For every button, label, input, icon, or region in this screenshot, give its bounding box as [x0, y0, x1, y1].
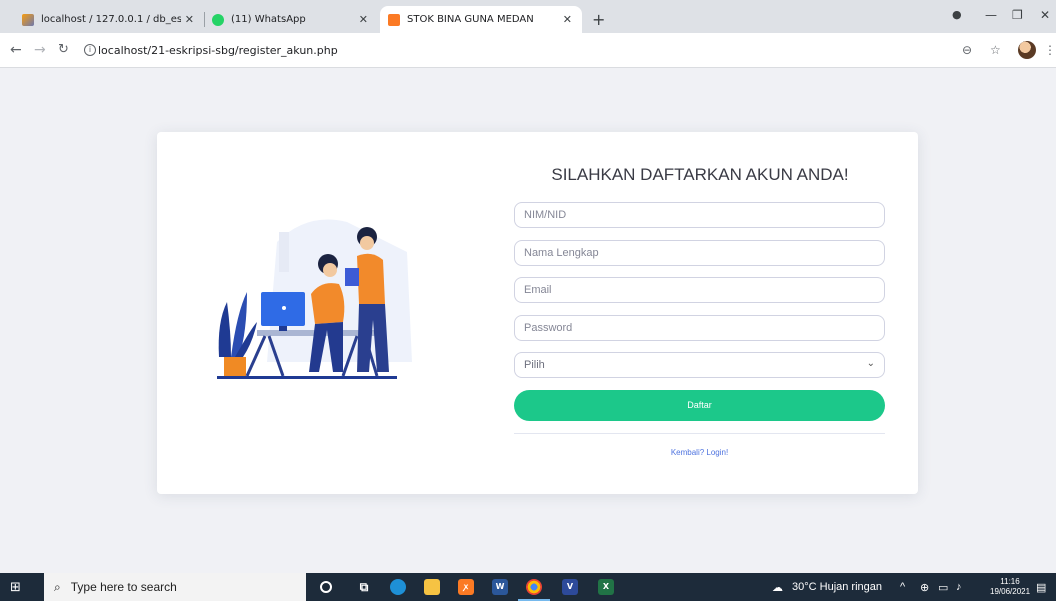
taskbar-search[interactable]: ⌕ Type here to search [44, 573, 306, 601]
register-form: SILAHKAN DAFTARKAN AKUN ANDA! Pilih ⌄ Da… [514, 132, 886, 494]
close-tab-icon[interactable]: ✕ [359, 13, 368, 26]
taskbar-clock[interactable]: 11:16 19/06/2021 [990, 577, 1030, 597]
weather-icon[interactable]: ☁ [772, 581, 783, 594]
file-explorer-icon[interactable] [424, 579, 440, 595]
divider [514, 433, 885, 434]
xampp-icon [388, 13, 400, 26]
info-icon[interactable]: i [84, 44, 96, 56]
search-placeholder: Type here to search [70, 580, 177, 594]
restore-icon[interactable]: ❐ [1012, 8, 1023, 22]
role-select[interactable]: Pilih ⌄ [514, 352, 885, 378]
daftar-button[interactable]: Daftar [514, 390, 885, 421]
volume-icon[interactable]: ♪ [956, 581, 962, 593]
tab-title: STOK BINA GUNA MEDAN [407, 14, 534, 25]
task-view-icon[interactable]: ⧉ [356, 579, 372, 595]
login-link[interactable]: Kembali? Login! [514, 448, 885, 457]
weather-text[interactable]: 30°C Hujan ringan [792, 581, 882, 593]
tab-title: localhost / 127.0.0.1 / db_eskripsi [41, 14, 181, 25]
email-input[interactable] [514, 277, 885, 303]
tab-title: (11) WhatsApp [231, 14, 306, 25]
windows-start-icon[interactable]: ⊞ [10, 580, 21, 595]
tab-phpmyadmin[interactable]: localhost / 127.0.0.1 / db_eskripsi ✕ [14, 6, 204, 33]
bookmark-star-icon[interactable]: ☆ [990, 43, 1001, 57]
tab-whatsapp[interactable]: (11) WhatsApp ✕ [204, 6, 378, 33]
notification-icon[interactable]: ▤ [1036, 581, 1046, 594]
excel-icon[interactable]: X [598, 579, 614, 595]
forward-icon[interactable]: → [34, 42, 46, 58]
chevron-down-icon: ⌄ [866, 358, 875, 369]
chrome-icon[interactable] [526, 579, 542, 595]
word-icon[interactable]: W [492, 579, 508, 595]
clock-time: 11:16 [1000, 577, 1020, 586]
cortana-icon[interactable] [320, 581, 332, 593]
tray-chevron-icon[interactable]: ^ [900, 581, 905, 593]
windows-taskbar: ⊞ ⌕ Type here to search ⧉ ꭗ W V X ☁ 30°C… [0, 573, 1056, 601]
password-input[interactable] [514, 315, 885, 341]
close-tab-icon[interactable]: ✕ [563, 13, 572, 26]
display-icon[interactable]: ▭ [938, 581, 948, 594]
back-icon[interactable]: ← [10, 42, 22, 58]
close-tab-icon[interactable]: ✕ [185, 13, 194, 26]
minimize-icon[interactable]: — [985, 8, 997, 22]
register-card: SILAHKAN DAFTARKAN AKUN ANDA! Pilih ⌄ Da… [157, 132, 918, 494]
xampp-taskbar-icon[interactable]: ꭗ [458, 579, 474, 595]
browser-tab-bar: localhost / 127.0.0.1 / db_eskripsi ✕ (1… [0, 0, 1056, 33]
url-text[interactable]: localhost/21-eskripsi-sbg/register_akun.… [98, 44, 338, 57]
network-icon[interactable]: ⊕ [920, 581, 929, 594]
new-tab-icon[interactable]: + [592, 10, 605, 29]
edge-icon[interactable] [390, 579, 406, 595]
whatsapp-icon [212, 13, 224, 26]
page-title: SILAHKAN DAFTARKAN AKUN ANDA! [551, 165, 849, 184]
search-icon: ⌕ [54, 579, 61, 594]
workspace-illustration [217, 219, 412, 379]
reload-icon[interactable]: ↻ [58, 42, 69, 57]
close-window-icon[interactable]: ✕ [1040, 8, 1050, 22]
phpmyadmin-icon [22, 13, 34, 26]
visio-icon[interactable]: V [562, 579, 578, 595]
role-select-value: Pilih [524, 359, 545, 371]
profile-dot-icon[interactable]: ● [952, 8, 962, 21]
clock-date: 19/06/2021 [990, 587, 1031, 596]
address-bar: ← → ↻ i localhost/21-eskripsi-sbg/regist… [0, 33, 1056, 68]
tab-stok-bina-guna[interactable]: STOK BINA GUNA MEDAN ✕ [380, 6, 582, 33]
avatar[interactable] [1018, 41, 1036, 59]
nama-lengkap-input[interactable] [514, 240, 885, 266]
menu-icon[interactable]: ⋮ [1044, 43, 1056, 57]
nim-input[interactable] [514, 202, 885, 228]
zoom-icon[interactable]: ⊖ [962, 43, 972, 57]
